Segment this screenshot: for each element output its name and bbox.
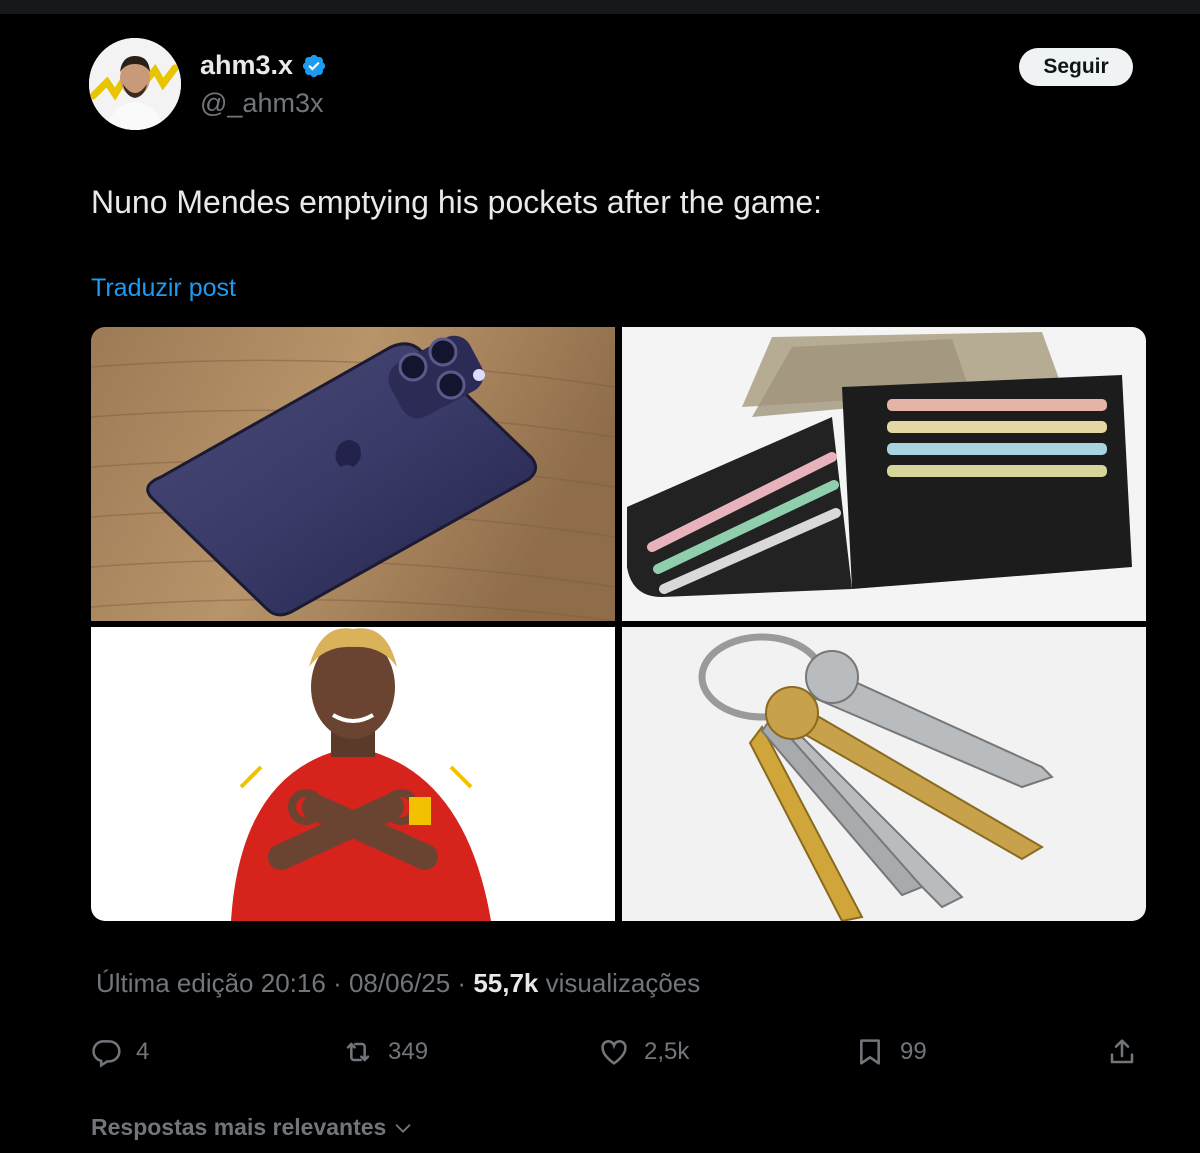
action-bar: 4 349 2,5k 99 bbox=[0, 1030, 1200, 1074]
post-text: Nuno Mendes emptying his pockets after t… bbox=[91, 184, 823, 220]
bookmark-count: 99 bbox=[900, 1038, 927, 1065]
repost-icon bbox=[346, 1042, 370, 1062]
wallet-image bbox=[622, 327, 1146, 621]
views-count: 55,7k bbox=[473, 968, 539, 998]
reply-icon bbox=[92, 1040, 121, 1068]
author-avatar[interactable] bbox=[89, 38, 181, 130]
media-keys-photo[interactable] bbox=[622, 627, 1146, 921]
media-phone-photo[interactable] bbox=[91, 327, 615, 621]
chevron-down-icon bbox=[395, 1123, 411, 1133]
replies-sort-label: Respostas mais relevantes bbox=[91, 1114, 387, 1140]
reply-count: 4 bbox=[136, 1038, 150, 1065]
like-count: 2,5k bbox=[644, 1038, 690, 1065]
share-button[interactable] bbox=[1106, 1030, 1138, 1074]
media-wallet-photo[interactable] bbox=[622, 327, 1146, 621]
views-label: visualizações bbox=[545, 968, 701, 998]
player-image bbox=[91, 627, 615, 921]
post-time[interactable]: 20:16 bbox=[261, 968, 326, 998]
media-grid bbox=[91, 327, 1146, 921]
translate-post-link[interactable]: Traduzir post bbox=[91, 274, 236, 303]
author-handle[interactable]: @_ahm3x bbox=[200, 88, 323, 119]
share-icon bbox=[1110, 1039, 1134, 1064]
top-bar bbox=[0, 0, 1200, 14]
heart-icon bbox=[601, 1040, 627, 1065]
post-date[interactable]: 08/06/25 bbox=[349, 968, 450, 998]
avatar-image bbox=[89, 38, 181, 130]
edited-label[interactable]: Última edição bbox=[96, 968, 254, 998]
reply-button[interactable]: 4 bbox=[90, 1030, 149, 1074]
media-player-photo[interactable] bbox=[91, 627, 615, 921]
bookmark-button[interactable]: 99 bbox=[854, 1030, 927, 1074]
verified-badge-icon bbox=[302, 54, 326, 77]
author-display-name[interactable]: ahm3.x bbox=[200, 50, 327, 81]
phone-image bbox=[91, 327, 615, 621]
repost-button[interactable]: 349 bbox=[342, 1030, 428, 1074]
display-name-text: ahm3.x bbox=[200, 50, 294, 80]
bookmark-icon bbox=[860, 1039, 880, 1065]
replies-sort-dropdown[interactable]: Respostas mais relevantes bbox=[91, 1114, 414, 1141]
post-meta: Última edição 20:16 · 08/06/25 · 55,7k v… bbox=[96, 968, 700, 999]
like-button[interactable]: 2,5k bbox=[598, 1030, 689, 1074]
repost-count: 349 bbox=[388, 1038, 429, 1065]
meta-separator: · bbox=[457, 968, 474, 998]
keys-image bbox=[622, 627, 1146, 921]
follow-button[interactable]: Seguir bbox=[1019, 48, 1133, 86]
meta-separator: · bbox=[333, 968, 342, 998]
